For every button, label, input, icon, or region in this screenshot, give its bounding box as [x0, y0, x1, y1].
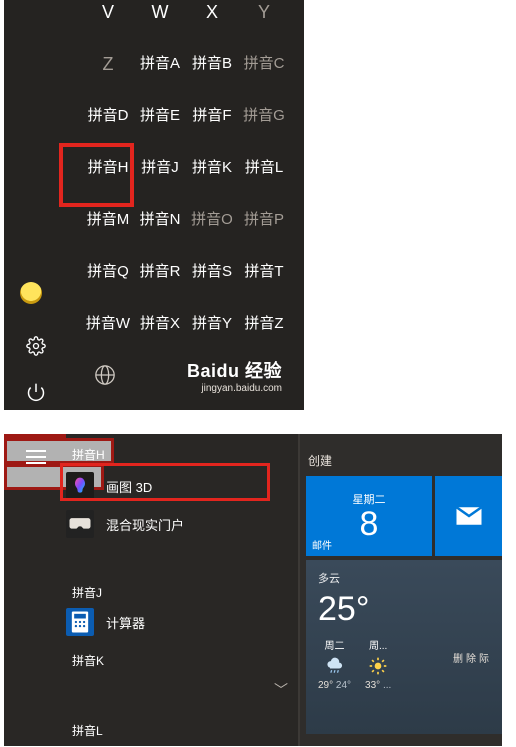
forecast-day-label: 周二 — [325, 637, 345, 652]
annotation-highlight-pinyin-H — [59, 143, 134, 207]
section-header-pinyin-J[interactable]: 拼音J — [72, 584, 102, 601]
alpha-pinyin-L[interactable]: 拼音L — [238, 156, 290, 180]
calendar-dom: 8 — [360, 507, 379, 541]
start-tiles-pane: 创建 星期二 8 邮件 多云 25° 周二 29° 24° 周... — [300, 434, 502, 746]
mail-icon — [454, 501, 484, 531]
alpha-pinyin-J[interactable]: 拼音J — [134, 156, 186, 180]
weather-tile[interactable]: 多云 25° 周二 29° 24° 周... 33° ... — [306, 560, 502, 734]
app-item-mixed-reality[interactable]: 混合现实门户 — [66, 506, 184, 542]
alpha-pinyin-K[interactable]: 拼音K — [186, 156, 238, 180]
left-rail — [16, 336, 56, 402]
user-avatar[interactable] — [20, 282, 42, 304]
watermark-title: Baidu 经验 — [187, 357, 282, 383]
section-header-pinyin-H[interactable]: 拼音H — [72, 446, 105, 463]
alpha-pinyin-W[interactable]: 拼音W — [82, 312, 134, 336]
sun-icon — [368, 656, 388, 676]
forecast-day-2: 周... 33° ... — [365, 637, 391, 691]
calendar-tile-label: 邮件 — [312, 537, 332, 552]
alpha-pinyin-R[interactable]: 拼音R — [134, 260, 186, 284]
settings-icon[interactable] — [26, 336, 46, 356]
watermark-url: jingyan.baidu.com — [187, 383, 282, 394]
alpha-pinyin-C: 拼音C — [238, 52, 290, 76]
alpha-pinyin-N[interactable]: 拼音N — [134, 208, 186, 232]
start-menu-alpha-index: V W X Y Z 拼音A 拼音B 拼音C 拼音D 拼音E 拼音F 拼音G 拼音… — [4, 0, 304, 410]
app-label: 混合现实门户 — [106, 515, 184, 534]
alpha-pinyin-G: 拼音G — [238, 104, 290, 128]
app-label: 计算器 — [106, 613, 145, 632]
alpha-pinyin-Q[interactable]: 拼音Q — [82, 260, 134, 284]
alpha-pinyin-P: 拼音P — [238, 208, 290, 232]
tiles-section-header: 创建 — [308, 452, 332, 469]
section-header-pinyin-L[interactable]: 拼音L — [72, 722, 103, 739]
weather-temp: 25° — [318, 590, 490, 629]
forecast-day-1: 周二 29° 24° — [318, 637, 351, 691]
start-menu-app-list: 拼音H 画图 3D 混合现实门户 拼音J 计算器 拼音K 拼音L ﹀ 创建 星期… — [4, 434, 502, 746]
forecast-day-label: 周... — [369, 637, 387, 652]
forecast-hilo: 33° ... — [365, 680, 391, 691]
alpha-pinyin-X[interactable]: 拼音X — [134, 312, 186, 336]
obscured-text: 删除际 — [453, 650, 492, 665]
forecast-hilo: 29° 24° — [318, 680, 351, 691]
alpha-pinyin-Z[interactable]: 拼音Z — [238, 312, 290, 336]
alpha-Z: Z — [82, 52, 134, 76]
cloud-rain-icon — [325, 656, 345, 676]
alpha-pinyin-D[interactable]: 拼音D — [82, 104, 134, 128]
calculator-icon — [66, 608, 94, 636]
calendar-tile[interactable]: 星期二 8 邮件 — [306, 476, 432, 556]
alpha-pinyin-S[interactable]: 拼音S — [186, 260, 238, 284]
power-icon[interactable] — [26, 382, 46, 402]
annotation-box-paint3d — [60, 463, 270, 501]
alpha-pinyin-M[interactable]: 拼音M — [82, 208, 134, 232]
mail-tile[interactable] — [435, 476, 502, 556]
alpha-pinyin-O: 拼音O — [186, 208, 238, 232]
alpha-pinyin-E[interactable]: 拼音E — [134, 104, 186, 128]
alpha-V[interactable]: V — [82, 0, 134, 24]
globe-icon[interactable] — [94, 364, 116, 386]
alpha-Y: Y — [238, 0, 290, 24]
chevron-down-icon[interactable]: ﹀ — [274, 680, 288, 700]
alpha-pinyin-Y[interactable]: 拼音Y — [186, 312, 238, 336]
alpha-W[interactable]: W — [134, 0, 186, 24]
alpha-pinyin-T[interactable]: 拼音T — [238, 260, 290, 284]
alpha-X[interactable]: X — [186, 0, 238, 24]
baidu-watermark: Baidu 经验 jingyan.baidu.com — [187, 357, 282, 394]
alpha-pinyin-B[interactable]: 拼音B — [186, 52, 238, 76]
alpha-pinyin-F[interactable]: 拼音F — [186, 104, 238, 128]
menu-icon[interactable] — [26, 450, 46, 464]
app-item-calculator[interactable]: 计算器 — [66, 604, 145, 640]
alpha-pinyin-A[interactable]: 拼音A — [134, 52, 186, 76]
weather-cond: 多云 — [318, 570, 490, 586]
section-header-pinyin-K[interactable]: 拼音K — [72, 652, 104, 669]
mixed-reality-icon — [66, 510, 94, 538]
